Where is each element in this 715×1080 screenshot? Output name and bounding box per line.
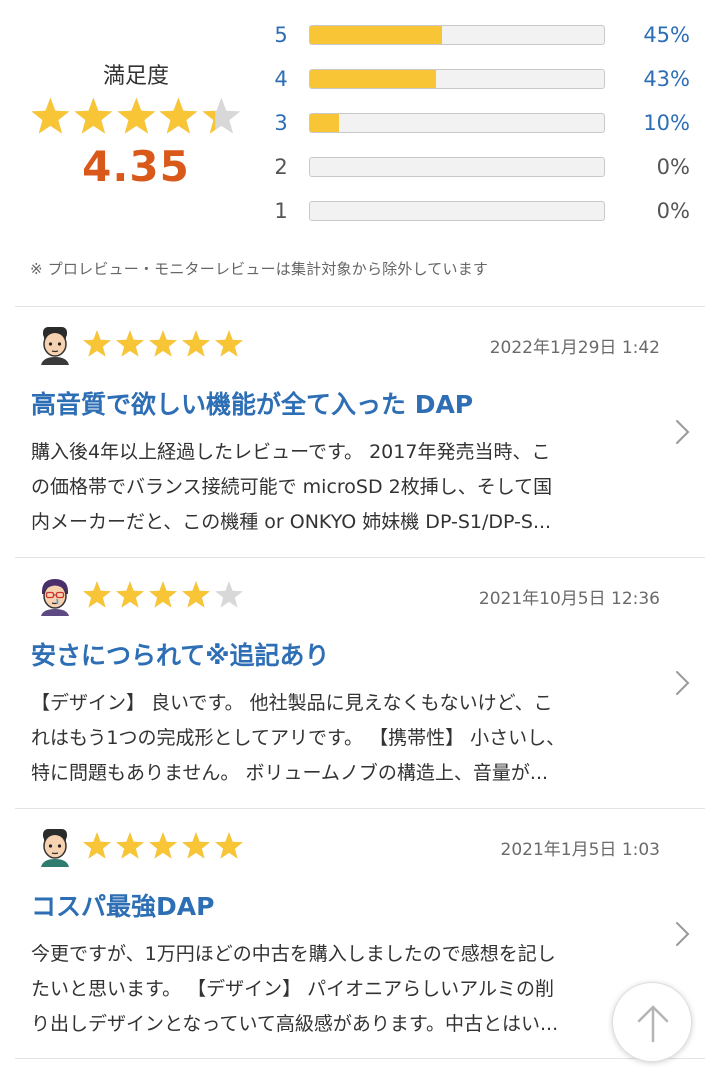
- review-card[interactable]: 2021年10月5日 12:36 安さにつられて※追記あり 【デザイン】 良いで…: [15, 557, 705, 808]
- review-star-rating: [82, 329, 244, 359]
- star-filled-icon: [182, 581, 210, 608]
- distribution-stars-label[interactable]: 3: [270, 108, 292, 138]
- review-excerpt: 【デザイン】 良いです。 他社製品に見えなくもないけど、こ れはもう1つの完成形…: [31, 686, 651, 791]
- distribution-percent[interactable]: 43%: [610, 64, 690, 94]
- distribution-stars-label: 1: [274, 199, 288, 223]
- average-score: 4.35: [82, 142, 190, 191]
- chevron-right-icon[interactable]: [671, 417, 693, 447]
- chevron-right-icon[interactable]: [671, 919, 693, 949]
- review-excerpt-line: たいと思います。 【デザイン】 パイオニアらしいアルミの削: [31, 978, 554, 1000]
- distribution-row-3[interactable]: 3 10%: [262, 108, 702, 138]
- star-filled-icon: [116, 330, 144, 357]
- star-partial-icon: [202, 97, 241, 134]
- distribution-percent: 0%: [656, 155, 690, 179]
- arrow-up-icon: [637, 1005, 669, 1043]
- scroll-to-top-button[interactable]: [612, 982, 692, 1062]
- star-filled-icon: [215, 832, 243, 859]
- star-filled-icon: [117, 97, 155, 134]
- review-excerpt-line: 【デザイン】 良いです。 他社製品に見えなくもないけど、こ: [31, 692, 553, 714]
- star-filled-icon: [149, 832, 177, 859]
- review-excerpt-line: 内メーカーだと、この機種 or ONKYO 姉妹機 DP-S1/DP-S...: [31, 511, 552, 533]
- distribution-percent[interactable]: 45%: [610, 20, 690, 50]
- review-card[interactable]: 2021年1月5日 1:03 コスパ最強DAP 今更ですが、1万円ほどの中古を購…: [15, 808, 705, 1059]
- distribution-bar-fill: [310, 26, 443, 44]
- rating-summary: 満足度 4.35 5 45% 4 43% 3 10% 2 0% 1 0% ※ プ…: [0, 0, 715, 306]
- review-excerpt-line: り出しデザインとなっていて高級感があります。中古とはい...: [31, 1013, 559, 1035]
- review-star-rating: [82, 831, 244, 861]
- star-filled-icon: [159, 97, 198, 134]
- review-excerpt-line: 購入後4年以上経過したレビューです。 2017年発売当時、こ: [31, 441, 551, 463]
- distribution-bar: [309, 113, 605, 133]
- review-excerpt-line: 今更ですが、1万円ほどの中古を購入しましたので感想を記し: [31, 943, 556, 965]
- review-excerpt-line: 特に問題もありません。 ボリュームノブの構造上、音量が...: [31, 762, 549, 784]
- reviewer-avatar-icon: [35, 325, 75, 365]
- review-title[interactable]: コスパ最強DAP: [31, 887, 214, 923]
- star-filled-icon: [215, 330, 243, 357]
- star-filled-icon: [74, 97, 113, 134]
- list-divider: [15, 1058, 705, 1059]
- distribution-stars-label[interactable]: 5: [270, 20, 292, 50]
- distribution-percent: 0%: [656, 199, 690, 223]
- star-filled-icon: [116, 581, 144, 608]
- distribution-bar: [309, 25, 605, 45]
- star-filled-icon: [182, 832, 210, 859]
- distribution-bar: [309, 69, 605, 89]
- distribution-row-4[interactable]: 4 43%: [262, 64, 702, 94]
- reviewer-avatar-icon: [35, 576, 75, 616]
- star-filled-icon: [149, 581, 177, 608]
- star-filled-icon: [83, 581, 111, 608]
- chevron-right-icon[interactable]: [671, 668, 693, 698]
- distribution-bar: [309, 157, 605, 177]
- star-filled-icon: [83, 330, 111, 357]
- distribution-bar-fill: [310, 114, 340, 132]
- distribution-row-2: 2 0%: [262, 152, 702, 182]
- review-title[interactable]: 高音質で欲しい機能が全て入った DAP: [31, 385, 473, 421]
- review-card[interactable]: 2022年1月29日 1:42 高音質で欲しい機能が全て入った DAP 購入後4…: [15, 306, 705, 557]
- review-title[interactable]: 安さにつられて※追記あり: [31, 636, 330, 672]
- satisfaction-label: 満足度: [102, 64, 169, 89]
- star-empty-icon: [215, 581, 243, 608]
- review-date: 2021年1月5日 1:03: [500, 840, 660, 860]
- distribution-bar: [309, 201, 605, 221]
- star-filled-icon: [116, 832, 144, 859]
- star-filled-icon: [83, 832, 111, 859]
- star-filled-icon: [182, 330, 210, 357]
- reviewer-avatar-icon: [35, 827, 75, 867]
- distribution-row-5[interactable]: 5 45%: [262, 20, 702, 50]
- aggregation-note: ※ プロレビュー・モニターレビューは集計対象から除外しています: [30, 260, 489, 278]
- review-excerpt-line: の価格帯でバランス接続可能で microSD 2枚挿し、そして国: [31, 476, 553, 498]
- average-star-rating: [30, 96, 242, 138]
- review-date: 2021年10月5日 12:36: [478, 589, 660, 609]
- review-excerpt: 購入後4年以上経過したレビューです。 2017年発売当時、こ の価格帯でバランス…: [31, 435, 651, 540]
- distribution-bar-fill: [310, 70, 437, 88]
- distribution-stars-label[interactable]: 4: [270, 64, 292, 94]
- review-excerpt-line: れはもう1つの完成形としてアリです。 【携帯性】 小さいし、: [31, 727, 566, 749]
- review-date: 2022年1月29日 1:42: [489, 338, 660, 358]
- star-filled-icon: [149, 330, 177, 357]
- distribution-percent[interactable]: 10%: [610, 108, 690, 138]
- review-excerpt: 今更ですが、1万円ほどの中古を購入しましたので感想を記し たいと思います。 【デ…: [31, 937, 651, 1042]
- star-filled-icon: [31, 97, 70, 134]
- review-star-rating: [82, 580, 244, 610]
- distribution-stars-label: 2: [274, 155, 288, 179]
- distribution-row-1: 1 0%: [262, 196, 702, 226]
